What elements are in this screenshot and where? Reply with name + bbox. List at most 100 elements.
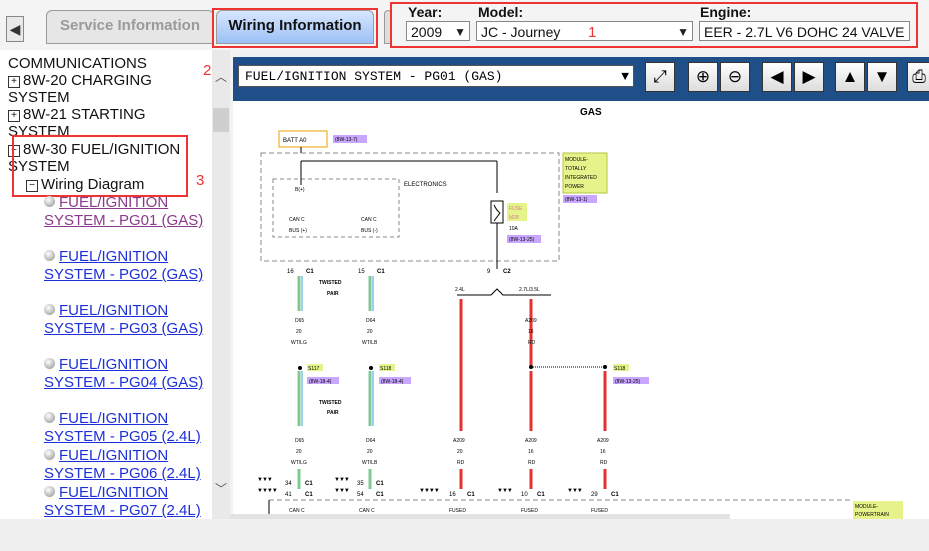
splice-ref: (8W-18-4) xyxy=(381,379,404,385)
page-icon xyxy=(44,412,55,423)
connector-label: C1 xyxy=(305,481,313,487)
engine-select[interactable]: EER - 2.7L V6 DOHC 24 VALVE (MI xyxy=(699,21,910,41)
tipm-ref: (8W-13-1) xyxy=(565,197,588,203)
pin-label: 34 xyxy=(285,481,292,487)
pin-label: 10 xyxy=(521,492,528,498)
can-c-minus-label: CAN C xyxy=(361,217,377,223)
zoom-out-icon[interactable]: ⊖ xyxy=(720,62,750,92)
year-select[interactable]: 2009 ▼ xyxy=(406,21,470,41)
connector-label: C1 xyxy=(306,269,314,275)
engine-variant-label: 2.7L/3.5L xyxy=(519,287,540,293)
splice-dot xyxy=(298,366,302,370)
wire-color: RD xyxy=(457,460,465,466)
diagram-select-value: FUEL/IGNITION SYSTEM - PG01 (GAS) xyxy=(245,69,503,84)
connector-label: C1 xyxy=(305,492,313,498)
diagram-link-pg07[interactable]: FUEL/IGNITION SYSTEM - PG07 (2.4L) xyxy=(44,484,204,520)
connector-label: C1 xyxy=(376,492,384,498)
fuse-number: M28 xyxy=(509,215,519,221)
back-arrow-icon[interactable]: ◀ xyxy=(6,16,24,42)
print-icon[interactable]: ⎙ xyxy=(907,62,929,92)
annotation-number-1: 1 xyxy=(588,24,597,41)
chevron-down-icon: ▼ xyxy=(454,25,466,39)
model-label: Model: xyxy=(478,4,524,20)
wire-color: WT/LB xyxy=(362,340,378,346)
pin-label: 54 xyxy=(357,492,364,498)
fuse-amp: 10A xyxy=(509,226,519,232)
tipm-label-2: TOTALLY xyxy=(565,166,587,172)
expand-icon[interactable]: + xyxy=(8,76,20,88)
fit-page-icon[interactable]: ⤢ xyxy=(645,62,675,92)
diagram-link-label: FUEL/IGNITION SYSTEM - PG06 (2.4L) xyxy=(44,447,201,482)
splice-ref: (8W-13-25) xyxy=(615,379,641,385)
pin-arrows: ▼▼▼▼ xyxy=(419,488,439,494)
connector-label: C2 xyxy=(503,269,511,275)
tipm-label-3: INTEGRATED xyxy=(565,175,597,181)
zoom-in-icon[interactable]: ⊕ xyxy=(688,62,718,92)
diagram-link-label: FUEL/IGNITION SYSTEM - PG07 (2.4L) xyxy=(44,484,201,519)
bottom-strip xyxy=(0,519,929,551)
can-c-minus-bus: BUS (-) xyxy=(361,228,378,234)
scroll-thumb[interactable] xyxy=(213,108,229,132)
annotation-number-3: 3 xyxy=(196,172,205,189)
diagram-link-pg02[interactable]: FUEL/IGNITION SYSTEM - PG02 (GAS) xyxy=(44,248,204,284)
pin-label: 9 xyxy=(487,269,491,275)
year-value: 2009 xyxy=(411,24,443,40)
diagram-link-label: FUEL/IGNITION SYSTEM - PG05 (2.4L) xyxy=(44,410,201,445)
diagram-link-pg06[interactable]: FUEL/IGNITION SYSTEM - PG06 (2.4L) xyxy=(44,447,204,483)
model-select[interactable]: JC - Journey ▼ xyxy=(476,21,693,41)
wire-gauge: 20 xyxy=(367,449,373,455)
batt-label: BATT A0 xyxy=(283,138,307,144)
diagram-link-pg04[interactable]: FUEL/IGNITION SYSTEM - PG04 (GAS) xyxy=(44,356,204,392)
pcm-label: POWERTRAIN xyxy=(855,512,889,518)
wire-gauge: 16 xyxy=(528,449,534,455)
tree-item-charging[interactable]: +8W-20 CHARGING SYSTEM xyxy=(8,72,168,106)
wire-gauge: 16 xyxy=(600,449,606,455)
arrow-right-icon[interactable]: ▶ xyxy=(794,62,824,92)
wiring-diagram-canvas[interactable]: GAS BATT A0 (8W-13-7) ELECTRONICS B(+) C… xyxy=(233,101,929,519)
scroll-down-icon[interactable]: ﹀ xyxy=(212,480,230,497)
tipm-label-4: POWER xyxy=(565,184,584,190)
wire-color: RD xyxy=(528,460,536,466)
chevron-down-icon: ▼ xyxy=(621,69,629,84)
pin-label: 35 xyxy=(357,481,364,487)
tree-item-communications[interactable]: COMMUNICATIONS xyxy=(8,55,147,72)
navigation-tree: COMMUNICATIONS +8W-20 CHARGING SYSTEM +8… xyxy=(0,50,212,520)
highlight-box-tree xyxy=(12,135,188,197)
pcm-label: MODULE- xyxy=(855,504,878,510)
expand-icon[interactable]: + xyxy=(8,110,20,122)
pin-label: 16 xyxy=(449,492,456,498)
diagram-link-label: FUEL/IGNITION SYSTEM - PG02 (GAS) xyxy=(44,248,204,283)
diagram-link-label: FUEL/IGNITION SYSTEM - PG01 (GAS) xyxy=(44,194,204,229)
arrow-down-icon[interactable]: ▼ xyxy=(867,62,897,92)
connector-label: C1 xyxy=(377,269,385,275)
diagram-select[interactable]: FUEL/IGNITION SYSTEM - PG01 (GAS) ▼ xyxy=(238,65,634,87)
wire-gauge: 20 xyxy=(296,449,302,455)
tree-scrollbar[interactable]: ︿ ﹀ xyxy=(212,50,230,520)
wire-color: WT/LG xyxy=(291,460,307,466)
diagram-link-pg01[interactable]: FUEL/IGNITION SYSTEM - PG01 (GAS) xyxy=(44,194,204,230)
pin-label: 41 xyxy=(285,492,292,498)
scroll-up-icon[interactable]: ︿ xyxy=(212,68,230,85)
annotation-number-2: 2 xyxy=(203,62,212,79)
fuse-label: FUSE xyxy=(509,206,523,212)
page-icon xyxy=(44,449,55,460)
diagram-link-pg05[interactable]: FUEL/IGNITION SYSTEM - PG05 (2.4L) xyxy=(44,410,204,446)
pin-arrows: ▼▼▼ xyxy=(257,477,272,483)
engine-variant-label: 2.4L xyxy=(455,287,465,293)
page-icon xyxy=(44,304,55,315)
arrow-left-icon[interactable]: ◀ xyxy=(762,62,792,92)
splice-dot xyxy=(529,365,533,369)
fuse-ref: (8W-13-25) xyxy=(509,237,535,243)
wire-label: A209 xyxy=(453,438,465,444)
page-icon xyxy=(44,486,55,497)
pin-arrows: ▼▼▼ xyxy=(497,488,512,494)
arrow-up-icon[interactable]: ▲ xyxy=(835,62,865,92)
pin-arrows: ▼▼▼ xyxy=(334,488,349,494)
connector-label: C1 xyxy=(537,492,545,498)
diagram-title: GAS xyxy=(580,107,602,118)
tab-service-information[interactable]: Service Information xyxy=(46,10,214,44)
diagram-link-pg03[interactable]: FUEL/IGNITION SYSTEM - PG03 (GAS) xyxy=(44,302,204,338)
fuse-symbol xyxy=(490,200,504,224)
splice-label: S118 xyxy=(380,366,392,372)
page-icon xyxy=(44,196,55,207)
